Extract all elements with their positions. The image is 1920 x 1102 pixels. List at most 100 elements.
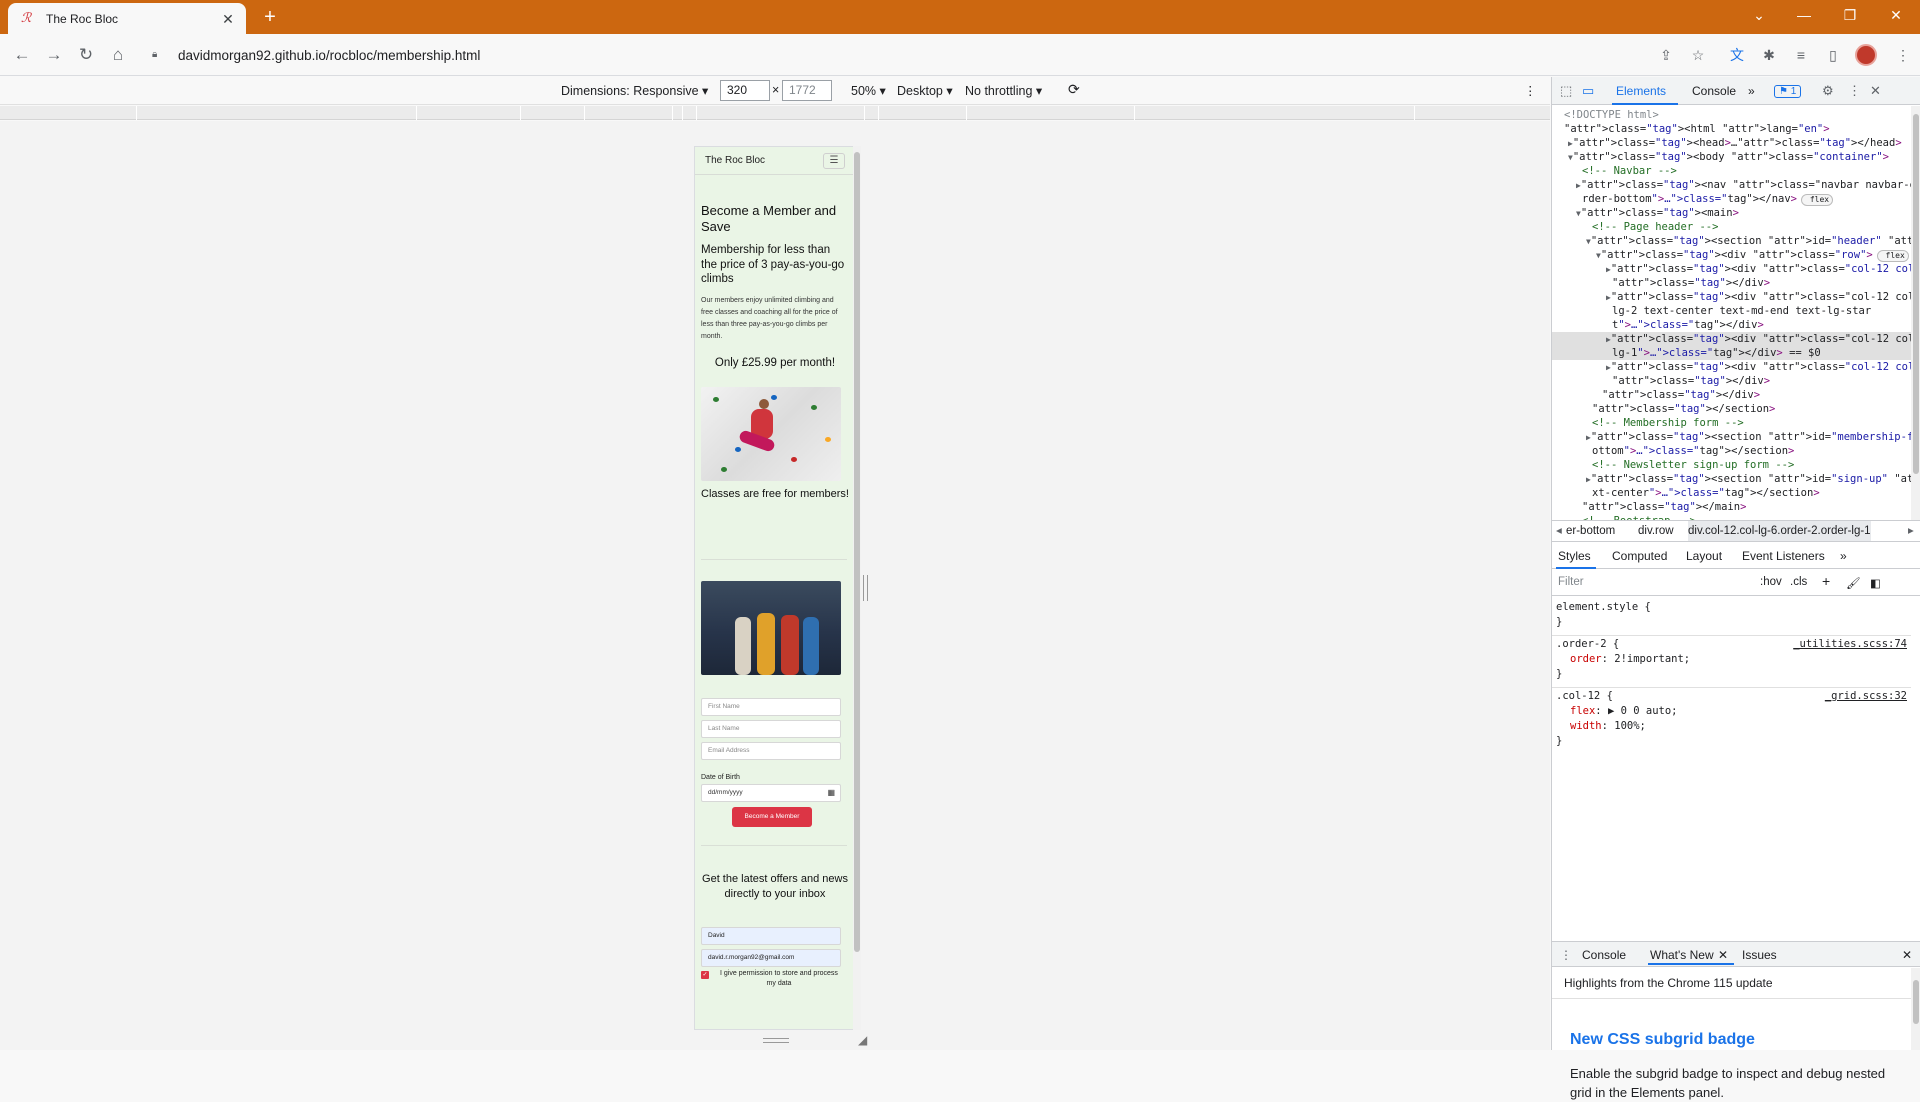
more-style-tabs-icon[interactable]: » xyxy=(1840,549,1847,563)
tab-console[interactable]: Console xyxy=(1692,84,1736,98)
drawer-menu-icon[interactable]: ⋮ xyxy=(1560,948,1572,962)
tab-layout[interactable]: Layout xyxy=(1686,549,1722,563)
home-button[interactable]: ⌂ xyxy=(104,41,132,69)
css-source-link[interactable]: _utilities.scss:74 xyxy=(1793,637,1907,652)
dom-node-line[interactable]: lg-2 text-center text-md-end text-lg-sta… xyxy=(1612,304,1871,318)
dom-scrollbar[interactable] xyxy=(1911,106,1920,520)
dom-node-line[interactable]: <!-- Navbar --> xyxy=(1582,164,1677,178)
device-height-input[interactable]: 1772 xyxy=(782,80,832,101)
site-brand[interactable]: The Roc Bloc xyxy=(705,155,765,166)
dom-node-line[interactable]: ottom">…">class="tag"></section> xyxy=(1592,444,1794,458)
extensions-icon[interactable]: ✱ xyxy=(1759,45,1779,65)
elements-dom-tree[interactable]: <!DOCTYPE html> "attr">class="tag"><html … xyxy=(1552,106,1911,520)
forward-button[interactable]: → xyxy=(40,41,68,69)
styles-filter-input[interactable]: Filter xyxy=(1558,576,1584,588)
tab-search-icon[interactable]: ⌄ xyxy=(1736,0,1782,30)
more-tabs-icon[interactable]: » xyxy=(1748,84,1755,98)
rotate-icon[interactable]: ⟳ xyxy=(1068,81,1080,98)
back-button[interactable]: ← xyxy=(8,41,36,69)
breadcrumb-scroll-left-icon[interactable]: ◂ xyxy=(1556,521,1562,541)
css-source-link[interactable]: _grid.scss:32 xyxy=(1825,689,1907,704)
breadcrumb-item[interactable]: div.row xyxy=(1638,521,1674,541)
new-tab-button[interactable]: + xyxy=(258,6,282,30)
close-devtools-icon[interactable]: ✕ xyxy=(1870,83,1881,99)
device-more-options-icon[interactable]: ⋮ xyxy=(1524,83,1537,98)
translate-icon[interactable]: 文 xyxy=(1727,45,1747,65)
share-icon[interactable]: ⇪ xyxy=(1656,45,1676,65)
breadcrumb-item[interactable]: er-bottom xyxy=(1566,521,1615,541)
first-name-input[interactable]: First Name xyxy=(701,698,841,716)
device-type-dropdown[interactable]: Desktop ▾ xyxy=(897,83,953,98)
bookmark-star-icon[interactable]: ☆ xyxy=(1688,45,1708,65)
breadcrumb-item-selected[interactable]: div.col-12.col-lg-6.order-2.order-lg-1 xyxy=(1688,521,1871,541)
calendar-icon[interactable]: ▦ xyxy=(827,785,835,801)
dom-node-line[interactable]: ▶"attr">class="tag"><div "attr">class="c… xyxy=(1606,262,1911,277)
dob-input[interactable]: dd/mm/yyyy ▦ xyxy=(701,784,841,802)
navbar-toggler-icon[interactable]: ☰ xyxy=(823,152,845,169)
dom-node-line[interactable]: "attr">class="tag"><html "attr">lang="en… xyxy=(1564,122,1830,136)
email-input[interactable]: Email Address xyxy=(701,742,841,760)
tab-elements[interactable]: Elements xyxy=(1616,84,1666,98)
dom-node-line[interactable]: ▶"attr">class="tag"><section "attr">id="… xyxy=(1586,430,1911,445)
last-name-input[interactable]: Last Name xyxy=(701,720,841,738)
tab-styles[interactable]: Styles xyxy=(1558,549,1591,563)
lock-icon[interactable]: 🔒︎ xyxy=(152,49,164,61)
tab-event-listeners[interactable]: Event Listeners xyxy=(1742,549,1825,563)
issues-badge[interactable]: ⚑ 1 xyxy=(1774,85,1802,98)
css-declaration[interactable]: width: 100%; xyxy=(1570,719,1646,734)
dom-node-line[interactable]: <!-- Membership form --> xyxy=(1592,416,1744,430)
dom-node-line[interactable]: ▶"attr">class="tag"><nav "attr">class="n… xyxy=(1576,178,1911,193)
css-selector[interactable]: element.style { xyxy=(1556,600,1651,615)
dom-node-line[interactable]: "attr">class="tag"></div> xyxy=(1602,388,1760,402)
close-tab-icon[interactable]: ✕ xyxy=(220,11,236,27)
close-whats-new-icon[interactable]: ✕ xyxy=(1718,948,1728,962)
new-style-rule-icon[interactable]: + xyxy=(1822,573,1830,589)
device-resize-handle-bottom[interactable] xyxy=(763,1038,789,1043)
become-member-button[interactable]: Become a Member xyxy=(732,807,812,827)
newsletter-name-input[interactable]: David xyxy=(701,927,841,945)
address-bar[interactable]: 🔒︎ davidmorgan92.github.io/rocbloc/membe… xyxy=(140,40,1640,70)
dom-node-line[interactable]: ▼"attr">class="tag"><main> xyxy=(1576,206,1739,221)
device-resize-corner-icon[interactable]: ◢ xyxy=(858,1033,872,1047)
drawer-tab-whats-new[interactable]: What's New xyxy=(1650,948,1714,962)
settings-gear-icon[interactable]: ⚙ xyxy=(1822,83,1834,99)
device-resize-handle-right[interactable] xyxy=(863,575,868,601)
flex-badge[interactable]: flex xyxy=(1801,194,1834,206)
dom-node-line[interactable]: t">…">class="tag"></div> xyxy=(1612,318,1764,332)
dom-node-line[interactable]: "attr">class="tag"></main> xyxy=(1582,500,1746,514)
dom-node-line[interactable]: <!-- Page header --> xyxy=(1592,220,1718,234)
css-declaration[interactable]: order: 2!important; xyxy=(1570,652,1690,667)
styles-rules-pane[interactable]: element.style {} .order-2 {_utilities.scs… xyxy=(1552,596,1911,941)
dom-node-line[interactable]: <!-- Newsletter sign-up form --> xyxy=(1592,458,1794,472)
dom-node-line[interactable]: ▶"attr">class="tag"><div "attr">class="c… xyxy=(1606,360,1911,375)
minimize-button[interactable]: — xyxy=(1781,0,1827,30)
dom-node-line[interactable]: xt-center">…">class="tag"></section> xyxy=(1592,486,1820,500)
dom-node-line[interactable]: ▶"attr">class="tag"><head>…"attr">class=… xyxy=(1568,136,1902,151)
drawer-scrollbar[interactable] xyxy=(1911,968,1920,1050)
media-query-ruler[interactable] xyxy=(0,106,1550,120)
zoom-dropdown[interactable]: 50% ▾ xyxy=(851,83,886,98)
chrome-menu-icon[interactable]: ⋮ xyxy=(1893,45,1913,65)
throttling-dropdown[interactable]: No throttling ▾ xyxy=(965,83,1042,98)
devtools-menu-icon[interactable]: ⋮ xyxy=(1848,83,1861,99)
close-drawer-icon[interactable]: ✕ xyxy=(1902,948,1912,962)
inspect-element-icon[interactable]: ⬚ xyxy=(1560,83,1572,99)
side-panel-icon[interactable]: ▯ xyxy=(1823,45,1843,65)
dom-node-line[interactable]: "attr">class="tag"></div> xyxy=(1612,374,1770,388)
dom-node-line[interactable]: ▼"attr">class="tag"><section "attr">id="… xyxy=(1586,234,1911,249)
breadcrumb-scroll-right-icon[interactable]: ▸ xyxy=(1908,521,1914,541)
hov-toggle[interactable]: :hov xyxy=(1760,576,1782,588)
browser-tab[interactable]: ℛ The Roc Bloc ✕ xyxy=(8,3,246,34)
css-declaration[interactable]: flex: ▶ 0 0 auto; xyxy=(1570,704,1678,719)
media-controls-icon[interactable]: ≡ xyxy=(1791,45,1811,65)
profile-avatar[interactable] xyxy=(1855,44,1877,66)
paint-brush-icon[interactable]: 🖌︎ xyxy=(1846,576,1861,590)
device-width-input[interactable]: 320 xyxy=(720,80,770,101)
newsletter-email-input[interactable]: david.r.morgan92@gmail.com xyxy=(701,949,841,967)
drawer-tab-console[interactable]: Console xyxy=(1582,948,1626,962)
css-selector[interactable]: .col-12 { xyxy=(1556,689,1613,704)
dom-node-line[interactable]: ▶"attr">class="tag"><section "attr">id="… xyxy=(1586,472,1911,487)
dom-node-line[interactable]: ▼"attr">class="tag"><body "attr">class="… xyxy=(1568,150,1889,165)
whats-new-title[interactable]: New CSS subgrid badge xyxy=(1570,1031,1755,1049)
consent-checkbox[interactable]: ✓ xyxy=(701,971,709,979)
